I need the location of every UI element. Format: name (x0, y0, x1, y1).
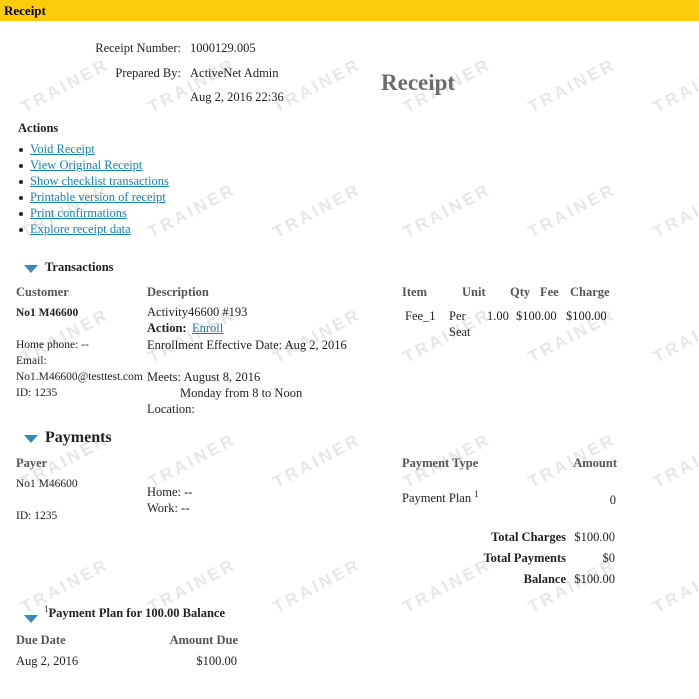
enrollment-effective-date: Enrollment Effective Date: Aug 2, 2016 (147, 338, 347, 352)
total-charges-value: $100.00 (574, 530, 615, 544)
print-confirmations-link[interactable]: Print confirmations (30, 206, 127, 221)
payer-work: Work: -- (147, 501, 190, 515)
column-header-amount-due: Amount Due (169, 633, 238, 647)
watermark: TRAINER (145, 54, 240, 117)
watermark: TRAINER (650, 429, 699, 492)
page-title: Receipt (381, 70, 456, 95)
total-charges-label: Total Charges (491, 530, 566, 544)
watermark: TRAINER (400, 179, 495, 242)
watermark: TRAINER (650, 179, 699, 242)
payer-name: No1 M46600 (16, 478, 78, 490)
watermark: TRAINER (650, 554, 699, 617)
enroll-link[interactable]: Enroll (192, 321, 223, 336)
item-name: Fee_1 (405, 309, 436, 323)
column-header-item: Item (402, 285, 427, 299)
bullet-icon (19, 148, 23, 152)
customer-id: ID: 1235 (16, 387, 58, 399)
watermark: TRAINER (18, 54, 113, 117)
prepared-by-label: Prepared By: (115, 66, 181, 80)
bullet-icon (19, 164, 23, 168)
collapse-triangle-icon[interactable] (24, 265, 38, 273)
column-header-amount: Amount (573, 456, 617, 470)
column-header-charge: Charge (570, 285, 610, 299)
watermark-layer: TRAINER TRAINER TRAINER TRAINER TRAINER … (0, 0, 699, 699)
item-qty: 1.00 (487, 309, 509, 323)
payment-plan-heading[interactable]: 1Payment Plan for 100.00 Balance (44, 604, 225, 621)
payment-type: Payment Plan 1 (402, 489, 479, 506)
total-payments-value: $0 (602, 551, 616, 565)
total-payments-label: Total Payments (483, 551, 566, 565)
bullet-icon (19, 196, 23, 200)
printable-version-link[interactable]: Printable version of receipt (30, 190, 166, 205)
item-fee: $100.00 (516, 309, 557, 323)
view-original-receipt-link[interactable]: View Original Receipt (30, 158, 142, 173)
plan-amount-due: $100.00 (196, 654, 237, 668)
column-header-fee: Fee (540, 285, 559, 299)
receipt-number-label: Receipt Number: (95, 41, 181, 55)
payment-type-label: Payment Plan (402, 491, 472, 506)
top-bar-title: Receipt (4, 3, 46, 18)
payment-amount: 0 (609, 493, 616, 507)
item-charge: $100.00 (566, 309, 607, 323)
prepared-by-value: ActiveNet Admin (190, 66, 279, 80)
watermark: TRAINER (145, 429, 240, 492)
customer-email-label: Email: (16, 355, 47, 367)
receipt-number-value: 1000129.005 (190, 41, 256, 55)
column-header-customer: Customer (16, 285, 69, 299)
watermark: TRAINER (270, 54, 365, 117)
top-bar: Receipt (0, 0, 699, 21)
item-unit: Per (449, 309, 466, 323)
plan-due-date: Aug 2, 2016 (16, 654, 79, 668)
item-unit-line2: Seat (449, 325, 471, 339)
payer-home: Home: -- (147, 485, 193, 499)
column-header-description: Description (147, 285, 209, 299)
watermark: TRAINER (400, 554, 495, 617)
explore-receipt-data-link[interactable]: Explore receipt data (30, 222, 131, 237)
watermark: TRAINER (650, 54, 699, 117)
watermark: TRAINER (525, 54, 620, 117)
customer-name: No1 M46600 (16, 307, 79, 319)
show-checklist-transactions-link[interactable]: Show checklist transactions (30, 174, 169, 189)
payment-type-footnote: 1 (474, 489, 479, 499)
collapse-triangle-icon[interactable] (24, 615, 38, 623)
watermark: TRAINER (270, 554, 365, 617)
action-label: Action: (147, 321, 187, 335)
watermark: TRAINER (270, 179, 365, 242)
column-header-payment-type: Payment Type (402, 456, 479, 470)
balance-value: $100.00 (574, 572, 615, 586)
bullet-icon (19, 228, 23, 232)
meets-schedule: Monday from 8 to Noon (180, 386, 303, 400)
column-header-unit: Unit (462, 285, 486, 299)
bullet-icon (19, 180, 23, 184)
actions-heading: Actions (18, 121, 59, 135)
payment-plan-title: Payment Plan for 100.00 Balance (48, 606, 226, 621)
receipt-date: Aug 2, 2016 22:36 (190, 90, 284, 104)
watermark: TRAINER (270, 304, 365, 367)
customer-email: No1.M46600@testtest.com (16, 371, 143, 383)
location-label: Location: (147, 402, 195, 416)
activity-name: Activity46600 #193 (147, 305, 248, 319)
column-header-payer: Payer (16, 456, 48, 470)
watermark: TRAINER (270, 429, 365, 492)
watermark: TRAINER (650, 304, 699, 367)
bullet-icon (19, 212, 23, 216)
payments-heading[interactable]: Payments (45, 429, 112, 447)
watermark: TRAINER (525, 179, 620, 242)
column-header-qty: Qty (510, 285, 531, 299)
customer-home-phone: Home phone: -- (16, 339, 89, 351)
transactions-heading[interactable]: Transactions (45, 260, 114, 275)
void-receipt-link[interactable]: Void Receipt (30, 142, 95, 157)
payer-id: ID: 1235 (16, 510, 58, 522)
meets-date: Meets: August 8, 2016 (147, 370, 261, 384)
balance-label: Balance (523, 572, 566, 586)
column-header-due-date: Due Date (16, 633, 66, 647)
collapse-triangle-icon[interactable] (24, 435, 38, 443)
